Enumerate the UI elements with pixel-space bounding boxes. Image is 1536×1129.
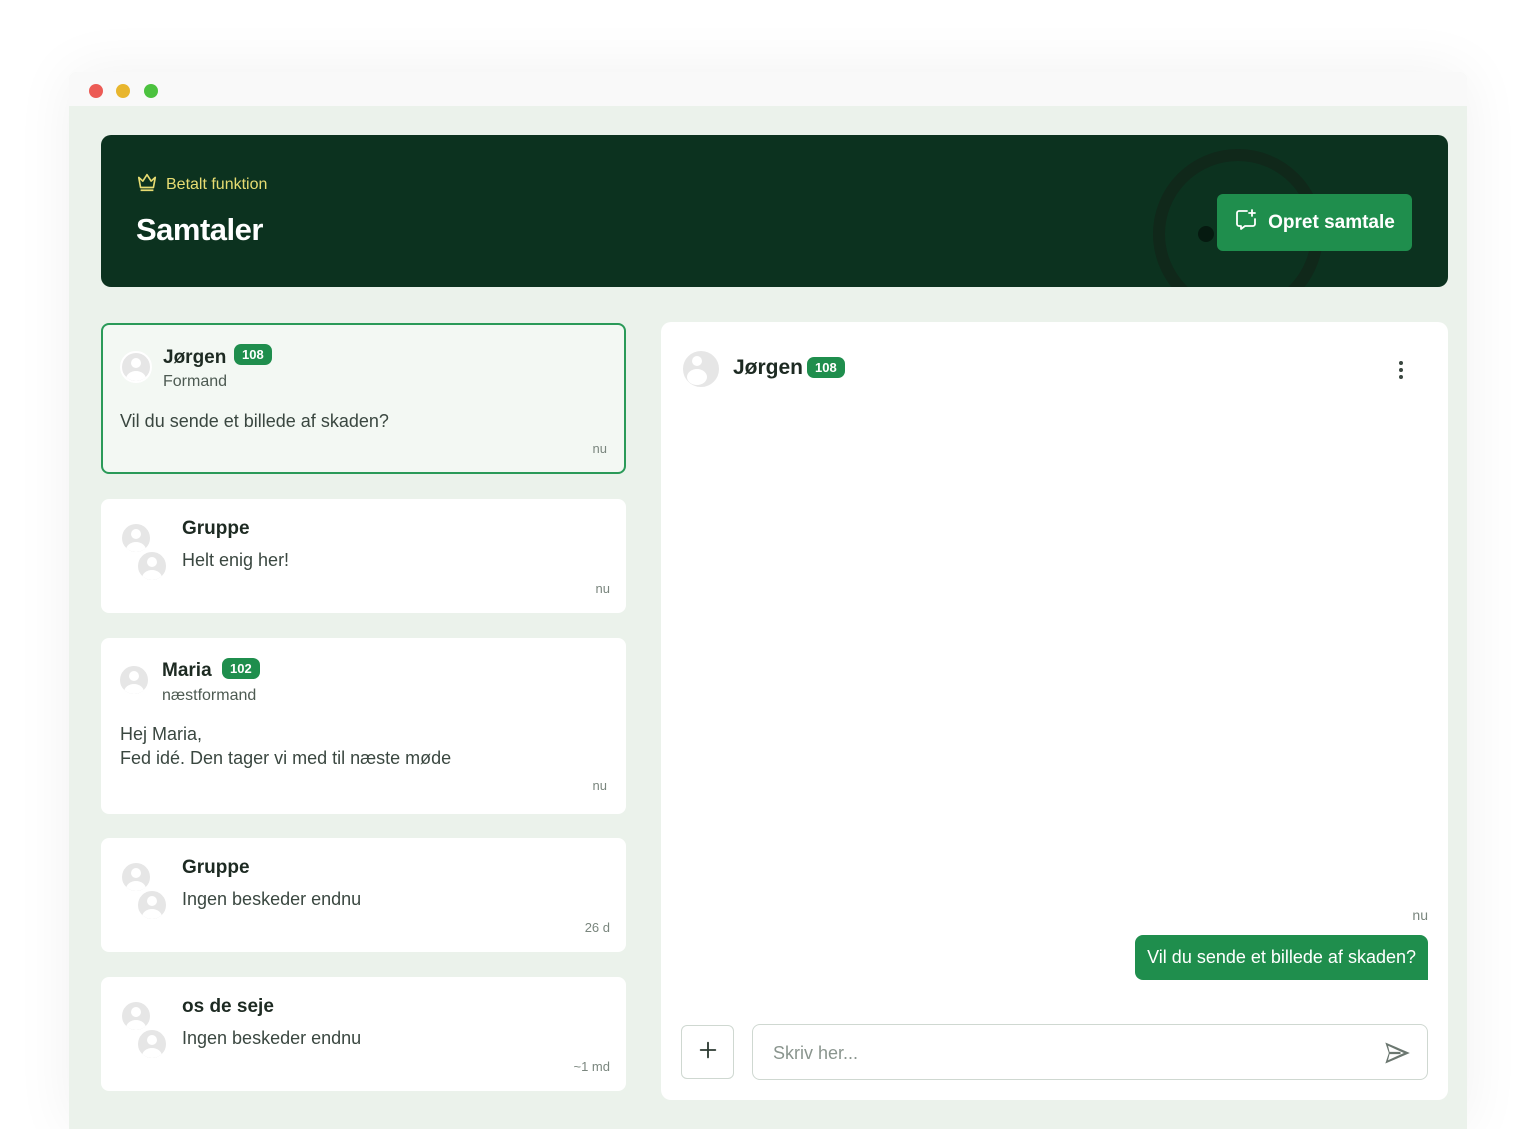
conversation-name: Jørgen — [163, 347, 227, 368]
conversation-time: ~1 md — [573, 1059, 611, 1074]
attach-button[interactable] — [681, 1025, 734, 1079]
crown-icon — [136, 171, 158, 198]
chat-contact-name: Jørgen — [733, 356, 804, 379]
page-header: Betalt funktion Samtaler Opret samtale — [101, 135, 1448, 287]
conversation-item-maria[interactable]: Maria 102 næstformand Hej Maria, Fed idé… — [101, 638, 626, 814]
create-conversation-button[interactable]: Opret samtale — [1217, 194, 1412, 251]
conversation-role: Formand — [163, 373, 228, 390]
conversation-time: nu — [595, 581, 610, 596]
conversation-time: 26 d — [584, 920, 610, 935]
conversation-item-jorgen[interactable]: Jørgen 108 Formand Vil du sende et bille… — [101, 323, 626, 474]
page-title: Samtaler — [136, 212, 263, 247]
minimize-window-button[interactable] — [116, 84, 130, 98]
app-window: Betalt funktion Samtaler Opret samtale J… — [69, 72, 1467, 1129]
member-number-badge: 102 — [222, 658, 260, 679]
kebab-menu-icon[interactable] — [1389, 358, 1413, 382]
maximize-window-button[interactable] — [144, 84, 158, 98]
conversation-role: næstformand — [162, 687, 257, 704]
paid-feature-text: Betalt funktion — [166, 175, 268, 193]
conversation-last-message: Ingen beskeder endnu — [182, 1028, 362, 1048]
conversation-last-message: Hej Maria, Fed idé. Den tager vi med til… — [120, 724, 452, 768]
conversation-time: nu — [592, 778, 607, 793]
conversation-name: Maria — [162, 660, 212, 681]
conversation-last-message: Helt enig her! — [182, 550, 290, 570]
conversation-last-message: Vil du sende et billede af skaden? — [120, 411, 389, 431]
conversation-last-message: Ingen beskeder endnu — [182, 889, 362, 909]
chat-panel: Jørgen 108 nu Vil du sende et billede af… — [661, 322, 1448, 1100]
decorative-dot — [1198, 226, 1214, 242]
conversation-name: Gruppe — [182, 857, 250, 878]
avatar-icon — [120, 861, 152, 893]
member-number-badge: 108 — [807, 357, 845, 378]
chat-plus-icon — [1234, 208, 1258, 238]
sent-message-bubble: Vil du sende et billede af skaden? — [1135, 935, 1428, 980]
plus-icon — [697, 1039, 719, 1066]
window-titlebar — [69, 72, 1467, 106]
avatar-icon — [120, 522, 152, 554]
message-time: nu — [1412, 907, 1428, 923]
message-composer — [752, 1024, 1428, 1080]
conversation-item-gruppe[interactable]: Gruppe Ingen beskeder endnu 26 d — [101, 838, 626, 952]
conversation-name: Gruppe — [182, 518, 250, 539]
create-conversation-label: Opret samtale — [1268, 211, 1395, 233]
paid-feature-label: Betalt funktion — [136, 171, 267, 198]
avatar-icon — [118, 664, 150, 696]
avatar-icon — [681, 349, 721, 389]
avatar-icon — [136, 889, 168, 921]
message-input[interactable] — [773, 1039, 1353, 1067]
avatar-icon — [120, 1000, 152, 1032]
conversation-item-gruppe[interactable]: Gruppe Helt enig her! nu — [101, 499, 626, 613]
conversation-item-os-de-seje[interactable]: os de seje Ingen beskeder endnu ~1 md — [101, 977, 626, 1091]
send-icon[interactable] — [1383, 1039, 1411, 1067]
avatar-icon — [136, 550, 168, 582]
conversation-name: os de seje — [182, 996, 274, 1017]
avatar-icon — [120, 351, 152, 383]
conversation-time: nu — [592, 441, 607, 456]
close-window-button[interactable] — [89, 84, 103, 98]
member-number-badge: 108 — [234, 344, 272, 365]
avatar-icon — [136, 1028, 168, 1060]
